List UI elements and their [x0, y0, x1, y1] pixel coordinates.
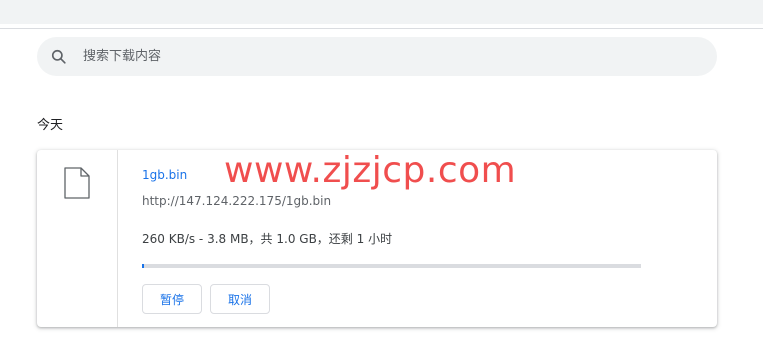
- download-card-icon-column: [37, 150, 118, 327]
- search-box[interactable]: [37, 37, 717, 76]
- watermark: www.zjzjcp.com: [224, 150, 517, 191]
- download-status: 260 KB/s - 3.8 MB，共 1.0 GB，还剩 1 小时: [142, 232, 393, 246]
- progress-bar: [142, 264, 641, 268]
- search-input[interactable]: [83, 37, 683, 76]
- file-name-link[interactable]: 1gb.bin: [142, 168, 187, 182]
- pause-button[interactable]: 暂停: [142, 284, 202, 314]
- cancel-button[interactable]: 取消: [210, 284, 270, 314]
- date-section-heading: 今天: [37, 118, 64, 133]
- toolbar-divider: [0, 28, 763, 29]
- file-icon: [64, 167, 90, 199]
- search-icon: [51, 49, 66, 64]
- file-url: http://147.124.222.175/1gb.bin: [142, 194, 332, 208]
- progress-bar-fill: [142, 264, 144, 268]
- top-toolbar: [0, 0, 763, 24]
